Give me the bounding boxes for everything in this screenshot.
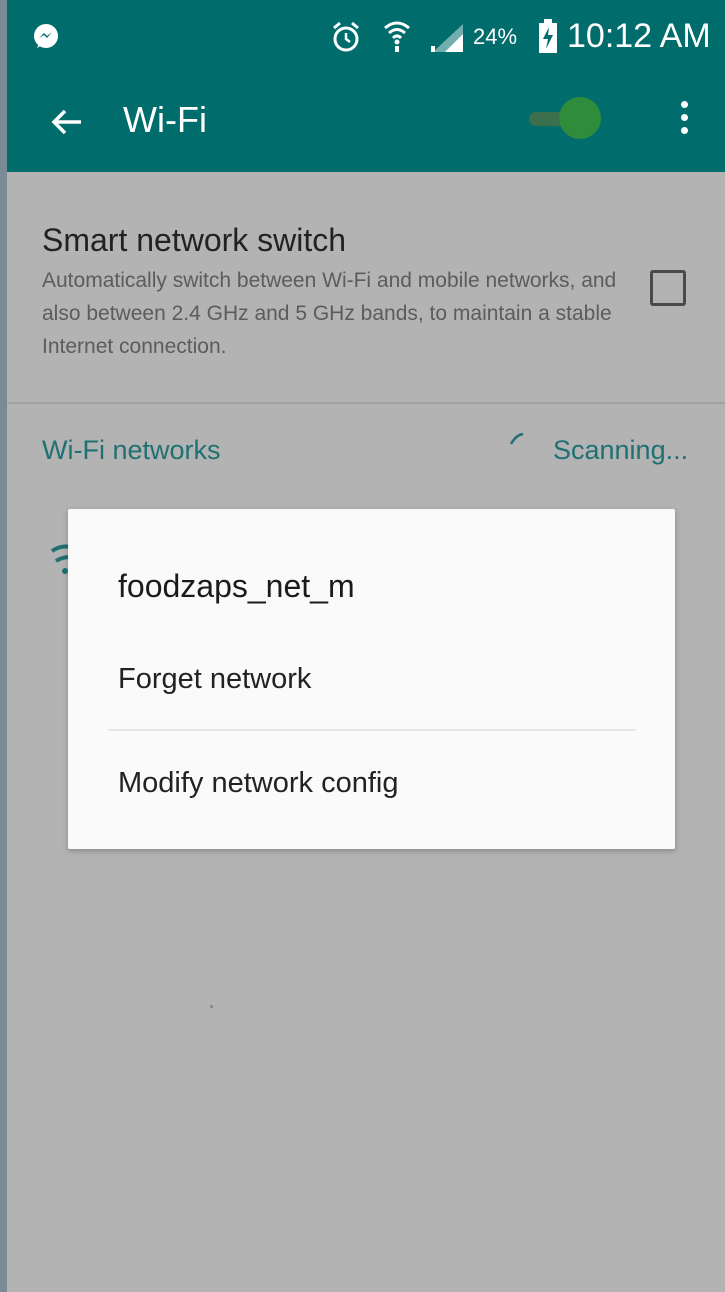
- android-screen: 24% 10:12 AM Wi-Fi Smart network switch …: [7, 0, 725, 1292]
- forget-network-option[interactable]: Forget network: [118, 659, 311, 699]
- status-bar: 24% 10:12 AM: [7, 0, 725, 74]
- alarm-clock-icon: [333, 21, 359, 52]
- page-title: Wi-Fi: [123, 99, 207, 140]
- messenger-icon: [34, 24, 58, 48]
- screen-speck: [210, 1005, 213, 1008]
- network-options-dialog: foodzaps_net_m Forget network Modify net…: [68, 509, 675, 849]
- wifi-networks-header: Wi-Fi networks: [42, 435, 221, 465]
- smart-network-switch-description: Automatically switch between Wi-Fi and m…: [42, 269, 617, 358]
- toggle-thumb: [559, 97, 601, 139]
- modify-network-config-option[interactable]: Modify network config: [118, 763, 398, 803]
- battery-percent: 24%: [473, 24, 518, 49]
- dialog-title: foodzaps_net_m: [118, 568, 355, 604]
- section-divider: [7, 402, 725, 404]
- smart-network-switch-row[interactable]: Smart network switch Automatically switc…: [7, 172, 725, 402]
- battery-charging-icon: [539, 19, 557, 53]
- more-vertical-icon[interactable]: [669, 98, 699, 142]
- dialog-divider: [108, 729, 636, 731]
- app-bar: Wi-Fi: [7, 74, 725, 172]
- cell-signal-icon: [431, 24, 463, 52]
- smart-network-switch-title: Smart network switch: [42, 222, 347, 258]
- wifi-signal-icon: [384, 21, 410, 52]
- wifi-toggle[interactable]: [523, 96, 603, 140]
- scanning-status: Scanning...: [553, 435, 689, 465]
- network-wifi-icon: [50, 544, 70, 574]
- scanning-spinner-icon: [509, 432, 524, 445]
- screen-left-edge: [0, 0, 7, 1292]
- arrow-left-icon[interactable]: [47, 102, 87, 142]
- status-clock: 10:12 AM: [567, 17, 711, 55]
- smart-network-switch-checkbox[interactable]: [650, 270, 686, 306]
